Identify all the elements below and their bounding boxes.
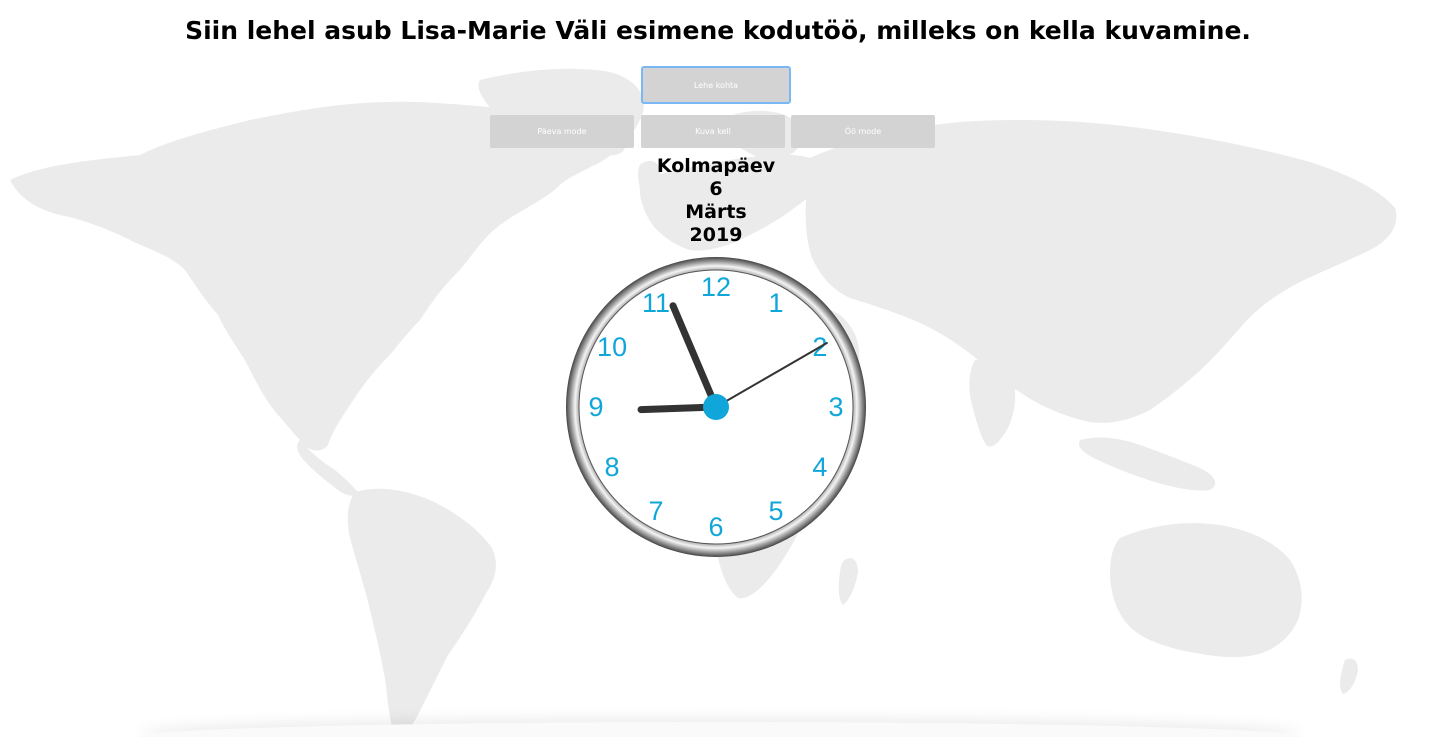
clock-number-1: 1	[768, 288, 783, 318]
date-year: 2019	[689, 224, 743, 246]
day-mode-button[interactable]: Päeva mode	[490, 115, 634, 148]
page: Siin lehel asub Lisa-Marie Väli esimene …	[0, 0, 1436, 737]
clock-number-7: 7	[648, 496, 663, 526]
clock-center-dot	[703, 394, 729, 420]
date-weekday: Kolmapäev	[656, 155, 776, 177]
date-day: 6	[709, 178, 723, 200]
clock-number-8: 8	[605, 452, 620, 482]
clock-number-11: 11	[642, 288, 670, 318]
analog-clock: 121234567891011	[566, 257, 866, 557]
date-display: Kolmapäev 6 Märts 2019	[566, 155, 866, 247]
clock-number-4: 4	[812, 452, 827, 482]
clock-number-10: 10	[597, 332, 627, 362]
night-mode-button[interactable]: Öö mode	[791, 115, 935, 148]
show-clock-button[interactable]: Kuva kell	[641, 115, 785, 148]
about-page-button[interactable]: Lehe kohta	[641, 66, 791, 104]
clock-number-12: 12	[701, 272, 731, 302]
clock-number-9: 9	[588, 392, 603, 422]
clock-number-5: 5	[768, 496, 783, 526]
page-title: Siin lehel asub Lisa-Marie Väli esimene …	[185, 16, 1251, 45]
clock-number-6: 6	[708, 512, 723, 542]
date-month: Märts	[685, 201, 747, 223]
clock-number-3: 3	[828, 392, 843, 422]
